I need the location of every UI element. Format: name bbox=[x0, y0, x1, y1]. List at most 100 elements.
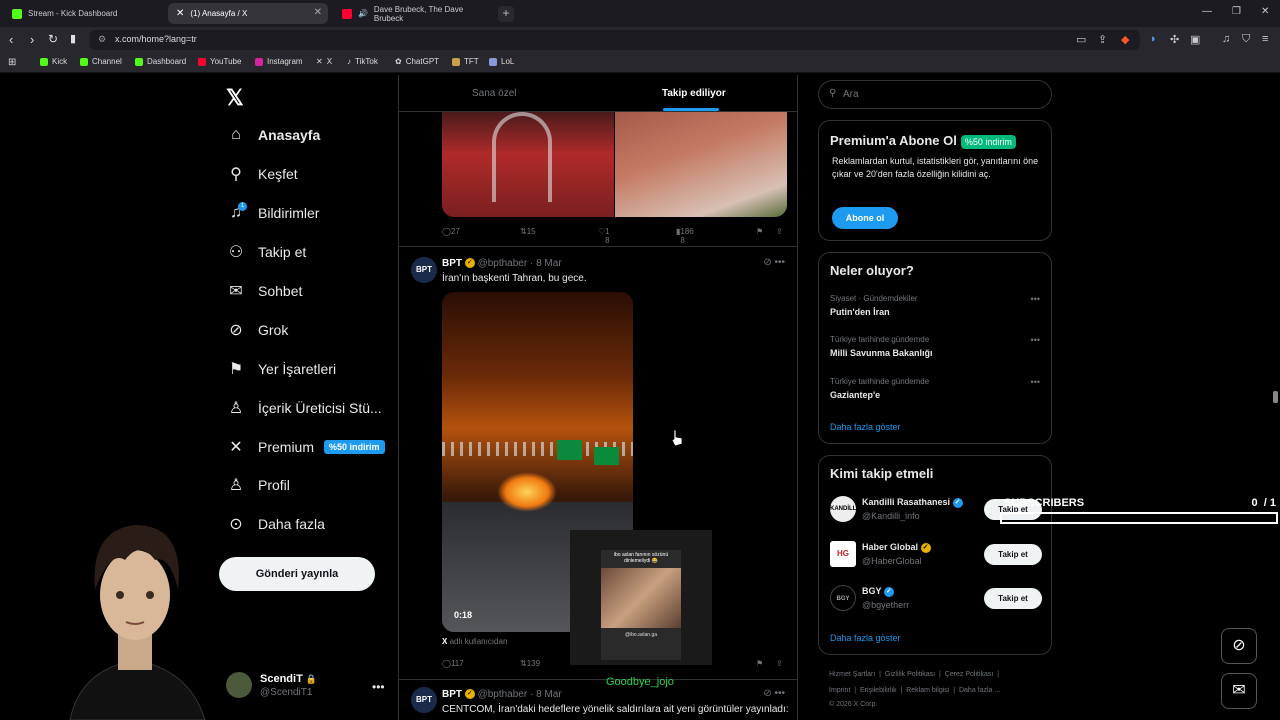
trend-item[interactable]: Türkiye tarihinde gündemde Gaziantep'e •… bbox=[830, 377, 1040, 400]
tab-for-you[interactable]: Sana özel bbox=[472, 88, 516, 99]
share-icon[interactable]: ⇪ bbox=[1098, 33, 1107, 46]
show-more-link[interactable]: Daha fazla göster bbox=[830, 633, 901, 643]
bookmark-tft[interactable]: TFT bbox=[452, 57, 479, 66]
sidebar-icon[interactable]: ▣ bbox=[1190, 33, 1200, 46]
nav-explore[interactable]: ⚲ Keşfet bbox=[226, 160, 298, 188]
media-icon[interactable]: ♫ bbox=[1222, 33, 1230, 45]
share-icon[interactable]: ⇪ bbox=[776, 659, 783, 668]
x-logo-icon[interactable]: 𝕏 bbox=[226, 85, 244, 111]
reader-icon[interactable]: ▭ bbox=[1076, 33, 1086, 46]
retweet-button[interactable]: ⇅ 139 bbox=[520, 659, 540, 668]
nav-premium[interactable]: ✕ Premium %50 indirim bbox=[226, 433, 385, 461]
follow-button[interactable]: Takip et bbox=[984, 544, 1042, 565]
grok-icon[interactable]: ⊘ ••• bbox=[763, 688, 785, 699]
tweet-image-phonebooth[interactable] bbox=[442, 112, 614, 217]
bookmark-tiktok[interactable]: ♪ TikTok bbox=[347, 57, 378, 66]
tab-x-home[interactable]: ✕ (1) Anasayfa / X ✕ bbox=[168, 3, 328, 24]
maximize-icon[interactable]: ❐ bbox=[1232, 6, 1241, 17]
grok-fab-icon[interactable]: ⊘ bbox=[1221, 628, 1257, 664]
show-more-link[interactable]: Daha fazla göster bbox=[830, 422, 901, 432]
bookmark-chatgpt[interactable]: ✿ ChatGPT bbox=[395, 57, 439, 66]
footer-link[interactable]: Hizmet Şartları bbox=[829, 671, 875, 678]
trend-topic: Milli Savunma Bakanlığı bbox=[830, 348, 933, 358]
nav-creator-studio[interactable]: ♙ İçerik Üreticisi Stü... bbox=[226, 394, 382, 422]
search-input[interactable]: ⚲ Ara bbox=[818, 80, 1052, 109]
nav-notifications[interactable]: ♫ 1 Bildirimler bbox=[226, 199, 319, 227]
more-dots-icon[interactable]: ••• bbox=[1031, 294, 1040, 304]
share-icon[interactable]: ⇪ bbox=[776, 227, 783, 236]
menu-icon[interactable]: ≡ bbox=[1262, 33, 1268, 45]
follow-suggestion[interactable]: HG Haber Global ✓ @HaberGlobal Takip et bbox=[830, 541, 1042, 571]
scrollbar[interactable] bbox=[1271, 75, 1279, 720]
minimize-icon[interactable]: — bbox=[1202, 6, 1212, 17]
footer-link[interactable]: Reklam bilgisi bbox=[906, 687, 949, 694]
more-dots-icon[interactable]: ••• bbox=[1031, 335, 1040, 345]
close-tab-icon[interactable]: ✕ bbox=[314, 7, 322, 18]
bookmark-instagram[interactable]: Instagram bbox=[255, 57, 303, 66]
trend-item[interactable]: Türkiye tarihinde gündemde Milli Savunma… bbox=[830, 335, 1040, 358]
bookmark-page-icon[interactable]: ▮ bbox=[70, 32, 76, 45]
tab-youtube[interactable]: 🔊 Dave Brubeck, The Dave Brubeck bbox=[334, 3, 494, 24]
vpn-icon[interactable]: ⛉ bbox=[1242, 33, 1250, 46]
retweet-button[interactable]: ⇅ 15 bbox=[520, 227, 536, 236]
more-dots-icon[interactable]: ••• bbox=[372, 680, 385, 694]
nav-follow[interactable]: ⚇ Takip et bbox=[226, 238, 306, 266]
bookmark-channel[interactable]: Channel bbox=[80, 57, 122, 66]
bookmark-dashboard[interactable]: Dashboard bbox=[135, 57, 186, 66]
trend-item[interactable]: Siyaset · Gündemdekiler Putin'den İran •… bbox=[830, 294, 1040, 317]
nav-home[interactable]: ⌂ Anasayfa bbox=[226, 121, 320, 149]
lock-icon: 🔒 bbox=[305, 673, 318, 684]
follow-suggestion[interactable]: BGY BGY ✓ @bgyetherr Takip et bbox=[830, 585, 1042, 615]
address-bar[interactable]: ⚙ x.com/home?lang=tr bbox=[90, 30, 1140, 50]
bookmark-kick[interactable]: Kick bbox=[40, 57, 67, 66]
video-source[interactable]: X adlı kullanıcıdan bbox=[442, 637, 507, 646]
close-window-icon[interactable]: ✕ bbox=[1261, 6, 1269, 17]
browser-tabbar: Stream - Kick Dashboard ✕ (1) Anasayfa /… bbox=[0, 0, 1280, 27]
footer-link[interactable]: Çerez Politikası bbox=[945, 671, 994, 678]
tweet-image-kebab[interactable] bbox=[615, 112, 787, 217]
tab-following[interactable]: Takip ediliyor bbox=[662, 88, 726, 99]
footer-link[interactable]: Erişilebilirlik bbox=[860, 687, 897, 694]
views-button[interactable]: ▮ 186 8 bbox=[676, 227, 694, 245]
avatar[interactable]: BPT bbox=[411, 257, 437, 283]
more-circle-icon: ⊙ bbox=[229, 516, 243, 533]
reply-button[interactable]: ◯ 27 bbox=[442, 227, 460, 236]
bookmark-icon[interactable]: ⚑ bbox=[756, 227, 763, 236]
nav-bookmarks[interactable]: ⚑ Yer İşaretleri bbox=[226, 355, 336, 383]
bookmark-icon[interactable]: ⚑ bbox=[756, 659, 763, 668]
subscribe-button[interactable]: Abone ol bbox=[832, 207, 898, 229]
tab-kick-dashboard[interactable]: Stream - Kick Dashboard bbox=[4, 3, 164, 24]
extensions-icon[interactable]: ✣ bbox=[1170, 33, 1179, 46]
bookmark-youtube[interactable]: YouTube bbox=[198, 57, 241, 66]
avatar[interactable]: BPT bbox=[411, 687, 437, 713]
new-tab-button[interactable]: + bbox=[498, 6, 514, 22]
kick-icon bbox=[40, 57, 48, 66]
wallet-icon[interactable]: ◗ bbox=[1150, 33, 1157, 45]
site-info-icon[interactable]: ⚙ bbox=[98, 34, 106, 45]
footer-link[interactable]: Imprint bbox=[829, 687, 850, 694]
apps-grid-icon[interactable]: ⊞ bbox=[8, 57, 16, 68]
reply-button[interactable]: ◯ 117 bbox=[442, 659, 464, 668]
nav-more[interactable]: ⊙ Daha fazla bbox=[226, 510, 325, 538]
follow-button[interactable]: Takip et bbox=[984, 588, 1042, 609]
scrollbar-thumb[interactable] bbox=[1273, 391, 1278, 403]
back-icon[interactable]: ‹ bbox=[9, 32, 13, 47]
grok-icon[interactable]: ⊘ ••• bbox=[763, 257, 785, 268]
footer-link[interactable]: Daha fazla ... bbox=[959, 687, 1000, 694]
reload-icon[interactable]: ↻ bbox=[48, 32, 58, 46]
nav-grok[interactable]: ⊘ Grok bbox=[226, 316, 288, 344]
nav-messages[interactable]: ✉ Sohbet bbox=[226, 277, 302, 305]
bookmark-lol[interactable]: LoL bbox=[489, 57, 514, 66]
account-switcher[interactable]: ScendiT 🔒 @ScendiT1 bbox=[226, 672, 317, 698]
messages-fab-icon[interactable]: ✉ bbox=[1221, 673, 1257, 709]
pip-caption: ibo aslan fanının sözünü dinlemeliydi 😂 bbox=[613, 552, 669, 564]
bookmark-x[interactable]: ✕ X bbox=[316, 57, 332, 66]
footer-link[interactable]: Gizlilik Politikası bbox=[885, 671, 935, 678]
brave-shield-icon[interactable]: ◆ bbox=[1121, 33, 1129, 46]
post-button[interactable]: Gönderi yayınla bbox=[219, 557, 375, 591]
like-button[interactable]: ♡ 1 8 bbox=[598, 227, 610, 245]
copyright: © 2026 X Corp. bbox=[829, 701, 878, 708]
more-dots-icon[interactable]: ••• bbox=[1031, 377, 1040, 387]
nav-profile[interactable]: ♙ Profil bbox=[226, 471, 290, 499]
forward-icon[interactable]: › bbox=[30, 32, 34, 47]
